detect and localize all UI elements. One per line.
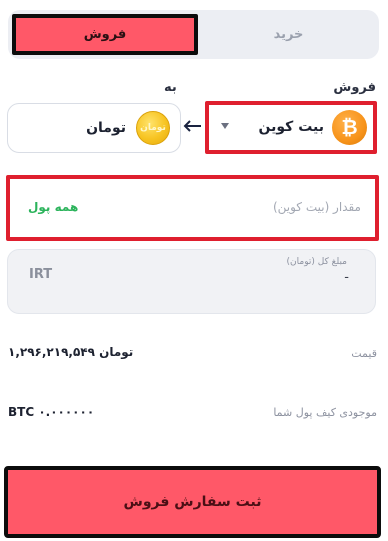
total-value: - bbox=[344, 270, 349, 285]
tab-buy[interactable]: خرید bbox=[198, 10, 379, 59]
from-currency-name: بیت کوین bbox=[258, 119, 324, 135]
caret-down-icon bbox=[221, 123, 229, 129]
submit-label: ثبت سفارش فروش bbox=[123, 494, 262, 510]
from-currency-select[interactable]: ₿ بیت کوین bbox=[205, 101, 377, 154]
submit-sell-order-button[interactable]: ثبت سفارش فروش bbox=[4, 466, 381, 538]
to-label: به bbox=[164, 80, 177, 95]
total-unit: IRT bbox=[29, 267, 53, 282]
price-label: قیمت bbox=[351, 347, 377, 360]
arrow-left-icon bbox=[183, 120, 201, 132]
amount-placeholder: مقدار (بیت کوین) bbox=[272, 200, 361, 214]
price-value: ۱,۲۹۶,۲۱۹,۵۴۹ تومان bbox=[8, 345, 134, 359]
tab-buy-label: خرید bbox=[273, 27, 304, 42]
all-money-button[interactable]: همه پول bbox=[28, 200, 78, 214]
total-amount-field: مبلغ کل (تومان) - IRT bbox=[7, 249, 376, 314]
tab-sell[interactable]: فروش bbox=[12, 14, 198, 55]
total-label: مبلغ کل (تومان) bbox=[286, 257, 347, 267]
amount-input[interactable]: مقدار (بیت کوین) همه پول bbox=[6, 175, 379, 241]
to-currency-box: تومان تومان bbox=[7, 103, 181, 153]
from-label: فروش bbox=[333, 80, 376, 95]
wallet-balance-label: موجودی کیف پول شما bbox=[273, 406, 377, 419]
toman-coin-icon: تومان bbox=[136, 111, 170, 145]
tab-sell-label: فروش bbox=[83, 27, 127, 42]
bitcoin-icon: ₿ bbox=[332, 110, 367, 145]
wallet-balance-value: BTC ۰.۰۰۰۰۰۰ bbox=[8, 405, 95, 419]
to-currency-name: تومان bbox=[86, 120, 126, 136]
buy-sell-tabs: فروش خرید bbox=[8, 10, 379, 59]
